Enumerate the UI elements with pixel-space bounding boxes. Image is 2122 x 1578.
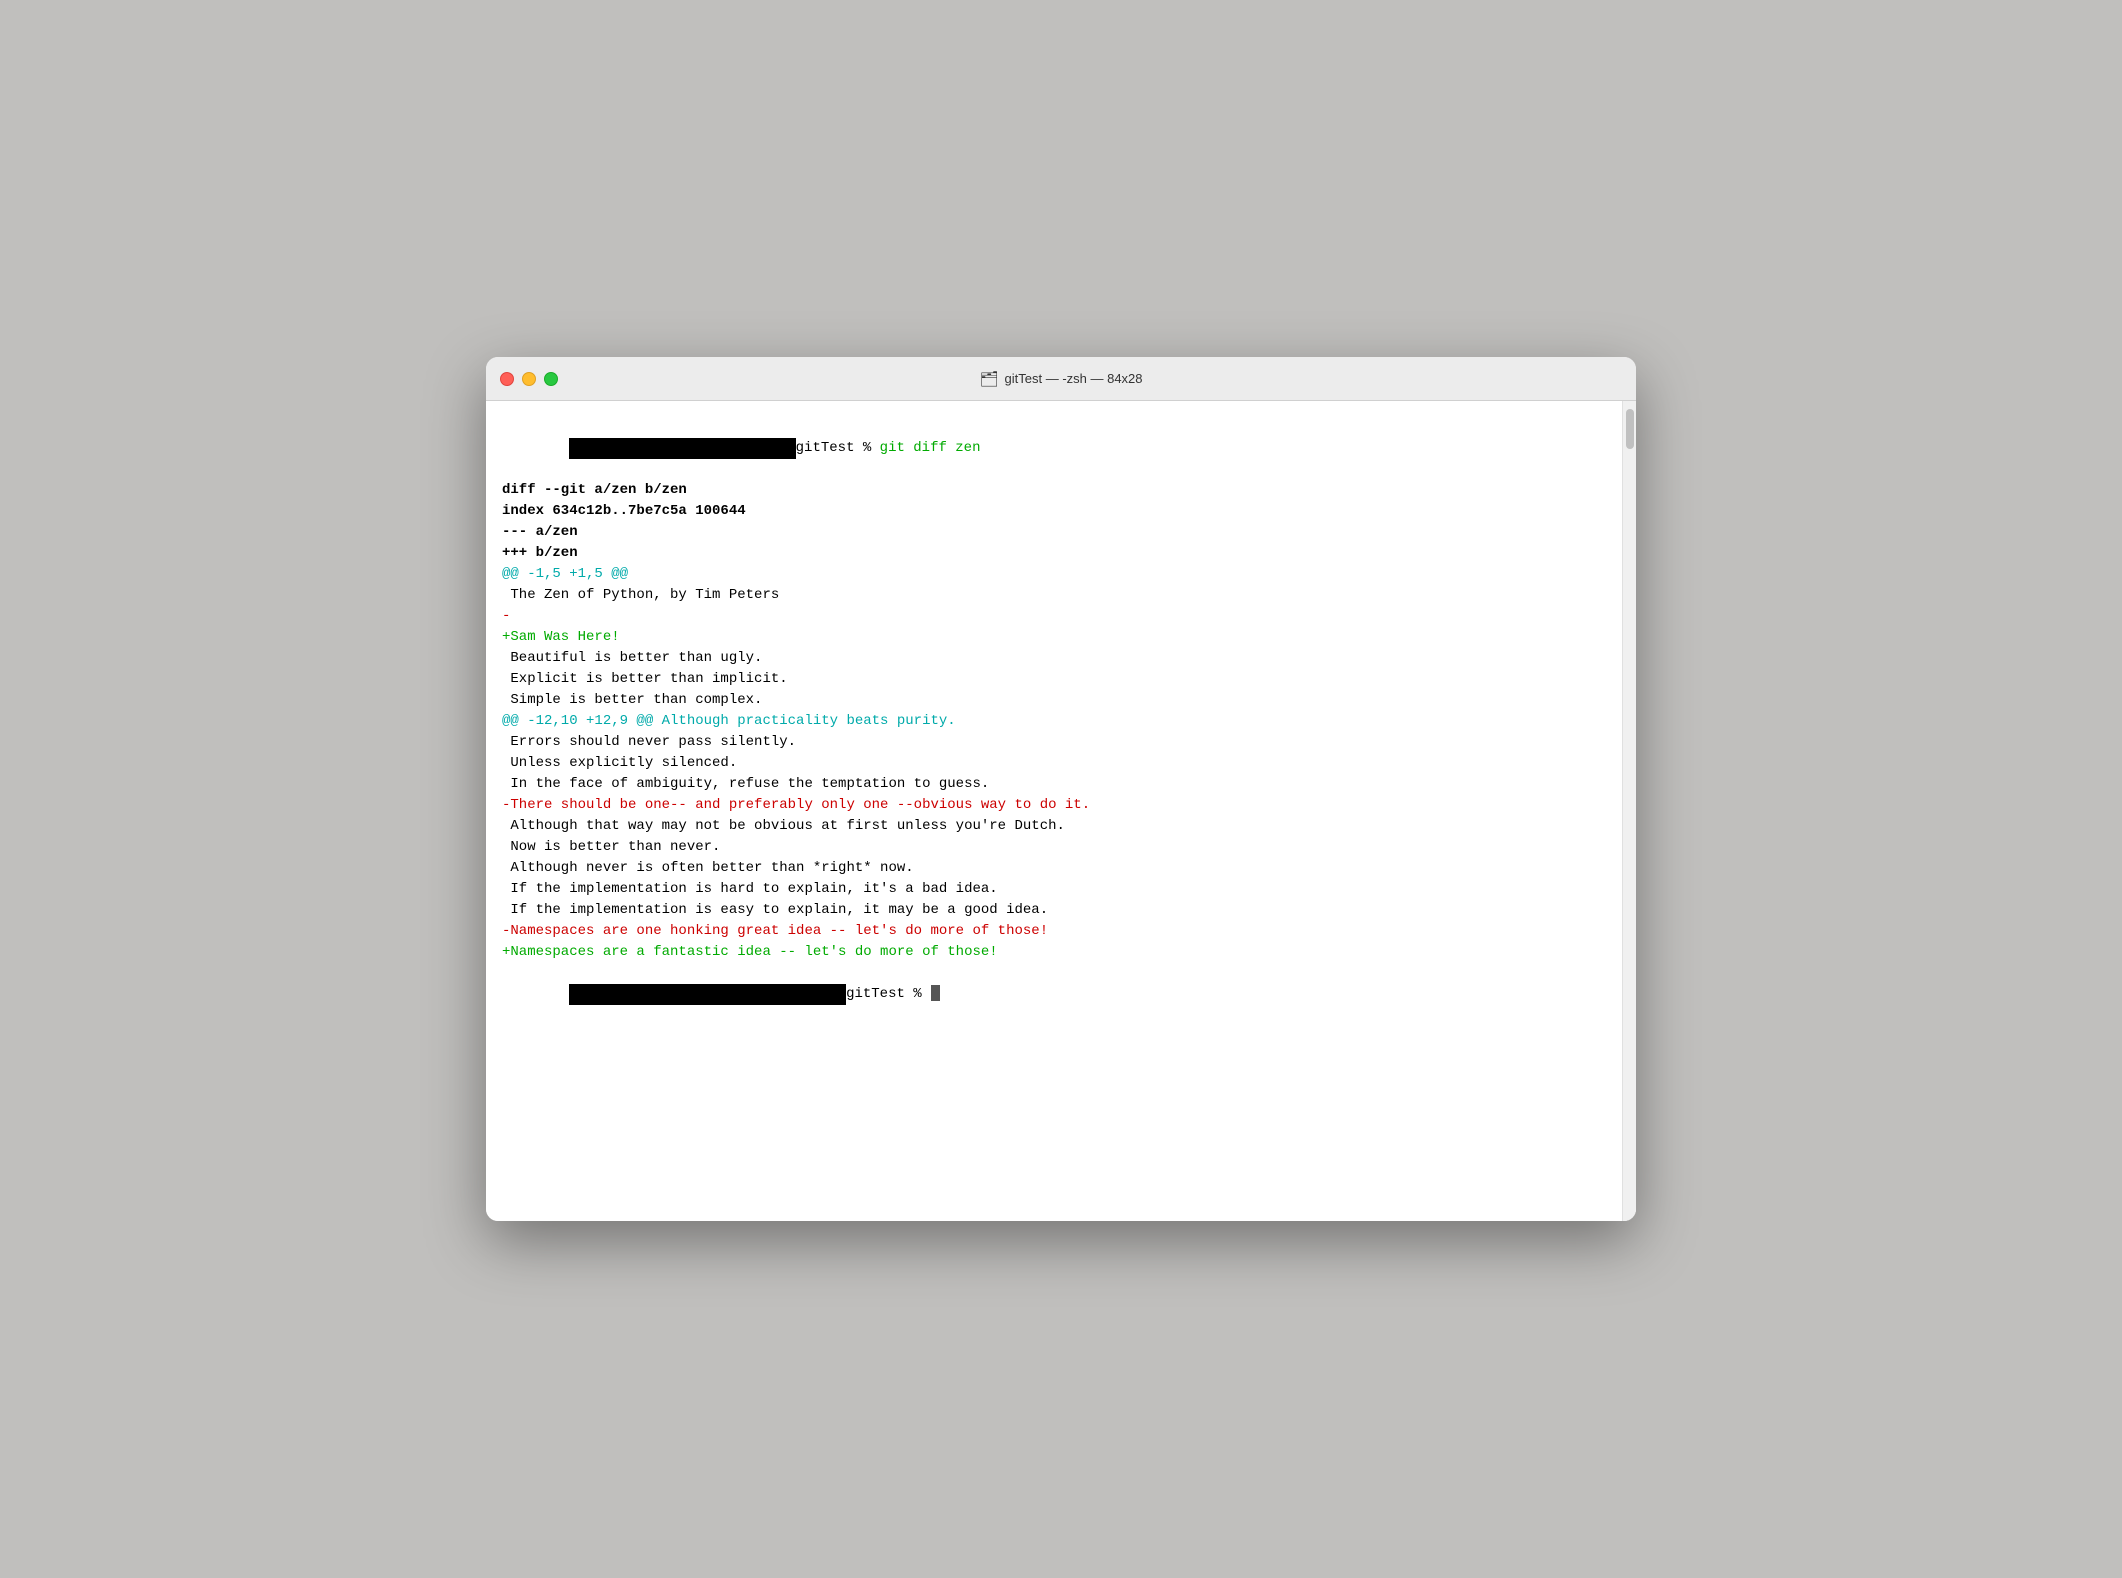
context-line-8: Although that way may not be obvious at … xyxy=(502,816,1612,837)
context-line-9: Now is better than never. xyxy=(502,837,1612,858)
command-line: gitTest % git diff zen xyxy=(502,417,1612,480)
context-line-1: The Zen of Python, by Tim Peters xyxy=(502,585,1612,606)
prompt-redacted xyxy=(569,438,795,459)
diff-line-4: +++ b/zen xyxy=(502,543,1612,564)
prompt-host-2: gitTest % xyxy=(846,986,930,1002)
diff-line-3: --- a/zen xyxy=(502,522,1612,543)
added-line-1: +Sam Was Here! xyxy=(502,627,1612,648)
removed-line-2: -There should be one-- and preferably on… xyxy=(502,795,1612,816)
prompt-host: gitTest % xyxy=(796,440,880,456)
context-line-6: Unless explicitly silenced. xyxy=(502,753,1612,774)
close-button[interactable] xyxy=(500,372,514,386)
maximize-button[interactable] xyxy=(544,372,558,386)
context-line-7: In the face of ambiguity, refuse the tem… xyxy=(502,774,1612,795)
final-prompt-line: gitTest % xyxy=(502,963,1612,1026)
diff-line-2: index 634c12b..7be7c5a 100644 xyxy=(502,501,1612,522)
context-line-4: Simple is better than complex. xyxy=(502,690,1612,711)
context-line-11: If the implementation is hard to explain… xyxy=(502,879,1612,900)
minimize-button[interactable] xyxy=(522,372,536,386)
removed-line-1: - xyxy=(502,606,1612,627)
titlebar: 🗂 gitTest — -zsh — 84x28 xyxy=(486,357,1636,401)
window-title: 🗂 gitTest — -zsh — 84x28 xyxy=(979,370,1142,388)
context-line-2: Beautiful is better than ugly. xyxy=(502,648,1612,669)
hunk-header-2: @@ -12,10 +12,9 @@ Although practicality… xyxy=(502,711,1612,732)
prompt-redacted-2 xyxy=(569,984,846,1005)
context-line-5: Errors should never pass silently. xyxy=(502,732,1612,753)
terminal-window: 🗂 gitTest — -zsh — 84x28 gitTest % git d… xyxy=(486,357,1636,1221)
cursor xyxy=(931,985,940,1001)
scrollbar[interactable] xyxy=(1622,401,1636,1221)
added-line-2: +Namespaces are a fantastic idea -- let'… xyxy=(502,942,1612,963)
command-text: git diff zen xyxy=(880,440,981,456)
removed-line-3: -Namespaces are one honking great idea -… xyxy=(502,921,1612,942)
window-title-text: gitTest — -zsh — 84x28 xyxy=(1005,371,1143,386)
scrollbar-thumb[interactable] xyxy=(1626,409,1634,449)
context-line-3: Explicit is better than implicit. xyxy=(502,669,1612,690)
terminal-body[interactable]: gitTest % git diff zen diff --git a/zen … xyxy=(486,401,1636,1221)
folder-icon: 🗂 xyxy=(979,370,998,388)
terminal-content: gitTest % git diff zen diff --git a/zen … xyxy=(502,417,1612,1205)
context-line-10: Although never is often better than *rig… xyxy=(502,858,1612,879)
traffic-lights xyxy=(500,372,558,386)
hunk-header-1: @@ -1,5 +1,5 @@ xyxy=(502,564,1612,585)
diff-line-1: diff --git a/zen b/zen xyxy=(502,480,1612,501)
context-line-12: If the implementation is easy to explain… xyxy=(502,900,1612,921)
